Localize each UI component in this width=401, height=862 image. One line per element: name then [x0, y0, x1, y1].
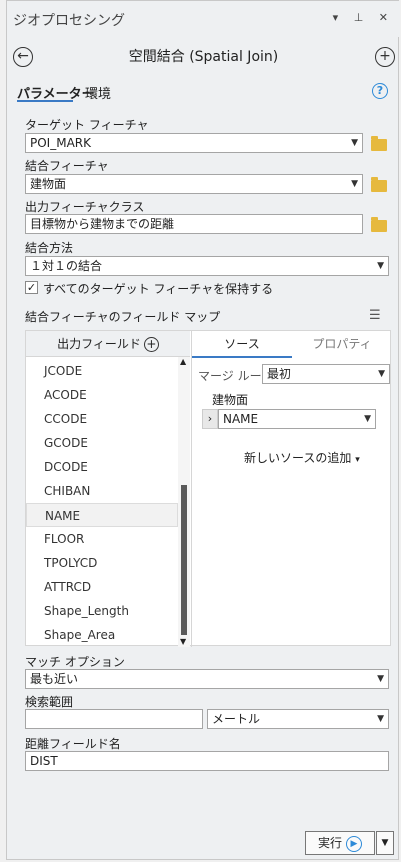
search-radius-input[interactable]: [25, 709, 203, 729]
run-button-label: 実行: [318, 836, 343, 850]
join-operation-combo[interactable]: １対１の結合 ▼: [25, 256, 389, 276]
add-field-icon[interactable]: +: [143, 337, 159, 352]
tab-source[interactable]: ソース: [192, 331, 292, 357]
folder-icon[interactable]: [371, 217, 387, 232]
field-item[interactable]: TPOLYCD: [26, 551, 178, 575]
pane-controls[interactable]: ▾ ⊥ ✕: [333, 11, 394, 24]
chevron-down-icon: ▼: [377, 674, 384, 684]
scroll-up-icon[interactable]: ▲: [180, 357, 186, 366]
field-item[interactable]: GCODE: [26, 431, 178, 455]
field-item[interactable]: DCODE: [26, 455, 178, 479]
field-list-scrollbar[interactable]: ▲ ▼: [178, 357, 190, 647]
field-item[interactable]: CHIBAN: [26, 479, 178, 503]
search-radius-label: 検索範囲: [25, 695, 74, 709]
tab-environment[interactable]: 環境: [85, 83, 111, 102]
output-featureclass-input[interactable]: 目標物から建物までの距離: [25, 214, 363, 234]
join-features-value: 建物面: [30, 177, 67, 191]
play-icon: ▶: [346, 835, 363, 852]
add-source-link[interactable]: 新しいソースの追加 ▾: [244, 449, 360, 466]
field-item[interactable]: ATTRCD: [26, 575, 178, 599]
search-radius-unit-combo[interactable]: メートル ▼: [207, 709, 389, 729]
distance-field-input[interactable]: DIST: [25, 751, 389, 771]
chevron-down-icon: ▾: [355, 455, 360, 465]
field-item[interactable]: ACODE: [26, 383, 178, 407]
join-operation-value: １対１の結合: [30, 259, 103, 273]
add-icon[interactable]: +: [375, 47, 395, 67]
field-map-divider: [191, 331, 192, 647]
target-features-combo[interactable]: POI_MARK ▼: [25, 133, 363, 153]
field-item[interactable]: FLOOR: [26, 527, 178, 551]
match-option-value: 最も近い: [30, 672, 79, 686]
expand-chevron-icon[interactable]: ›: [202, 409, 218, 429]
chevron-down-icon: ▼: [351, 138, 358, 148]
scroll-down-icon[interactable]: ▼: [180, 637, 186, 646]
chevron-down-icon: ▼: [378, 369, 385, 379]
tab-properties[interactable]: プロパティ: [292, 331, 392, 357]
field-map-label: 結合フィーチャのフィールド マップ: [25, 310, 221, 324]
output-featureclass-label: 出力フィーチャクラス: [25, 200, 145, 214]
add-source-label: 新しいソースの追加: [244, 451, 352, 465]
tool-title: 空間結合 (Spatial Join): [128, 49, 279, 65]
keep-all-checkbox[interactable]: ✓: [25, 281, 38, 294]
run-options-dropdown[interactable]: ▼: [376, 831, 394, 855]
distance-field-label: 距離フィールド名: [25, 737, 121, 751]
pane-title-bar: ジオプロセシング ▾ ⊥ ✕: [7, 1, 400, 37]
output-fields-label: 出力フィールド: [57, 337, 141, 351]
output-fields-header: 出力フィールド +: [26, 331, 190, 357]
geoprocessing-pane: ジオプロセシング ▾ ⊥ ✕ ← 空間結合 (Spatial Join) + パ…: [6, 0, 400, 860]
match-option-combo[interactable]: 最も近い ▼: [25, 669, 389, 689]
chevron-down-icon: ▼: [377, 261, 384, 271]
join-features-combo[interactable]: 建物面 ▼: [25, 174, 363, 194]
merge-rule-combo[interactable]: 最初 ▼: [262, 364, 390, 384]
help-icon[interactable]: ?: [372, 83, 388, 99]
field-item[interactable]: CCODE: [26, 407, 178, 431]
target-features-value: POI_MARK: [30, 136, 91, 150]
field-map: 出力フィールド + JCODE ACODE CCODE GCODE DCODE C…: [25, 330, 392, 647]
chevron-down-icon: ▼: [364, 414, 371, 424]
folder-icon[interactable]: [371, 136, 387, 151]
field-item[interactable]: Shape_Area: [26, 623, 178, 647]
chevron-down-icon: ▼: [381, 838, 389, 848]
source-field-combo[interactable]: NAME ▼: [218, 409, 376, 429]
pane-title: ジオプロセシング: [13, 13, 125, 29]
match-option-label: マッチ オプション: [25, 655, 125, 669]
run-button[interactable]: 実行 ▶: [305, 831, 375, 855]
join-features-label: 結合フィーチャ: [25, 159, 109, 173]
tab-underline: [17, 100, 73, 102]
search-radius-unit-value: メートル: [212, 712, 261, 726]
field-map-menu-icon[interactable]: ☰: [369, 308, 381, 323]
field-item[interactable]: JCODE: [26, 359, 178, 383]
source-group-label: 建物面: [212, 393, 249, 407]
scrollbar-thumb[interactable]: [181, 485, 187, 635]
folder-icon[interactable]: [371, 177, 387, 192]
keep-all-label: すべてのターゲット フィーチャを保持する: [43, 282, 274, 296]
merge-rule-value: 最初: [267, 367, 292, 381]
join-operation-label: 結合方法: [25, 241, 74, 255]
target-features-label: ターゲット フィーチャ: [25, 118, 149, 132]
source-field-value: NAME: [223, 412, 259, 426]
chevron-down-icon: ▼: [351, 179, 358, 189]
tab-source-underline: [192, 356, 292, 358]
chevron-down-icon: ▼: [377, 714, 384, 724]
field-item-selected[interactable]: NAME: [26, 503, 178, 527]
field-item[interactable]: Shape_Length: [26, 599, 178, 623]
